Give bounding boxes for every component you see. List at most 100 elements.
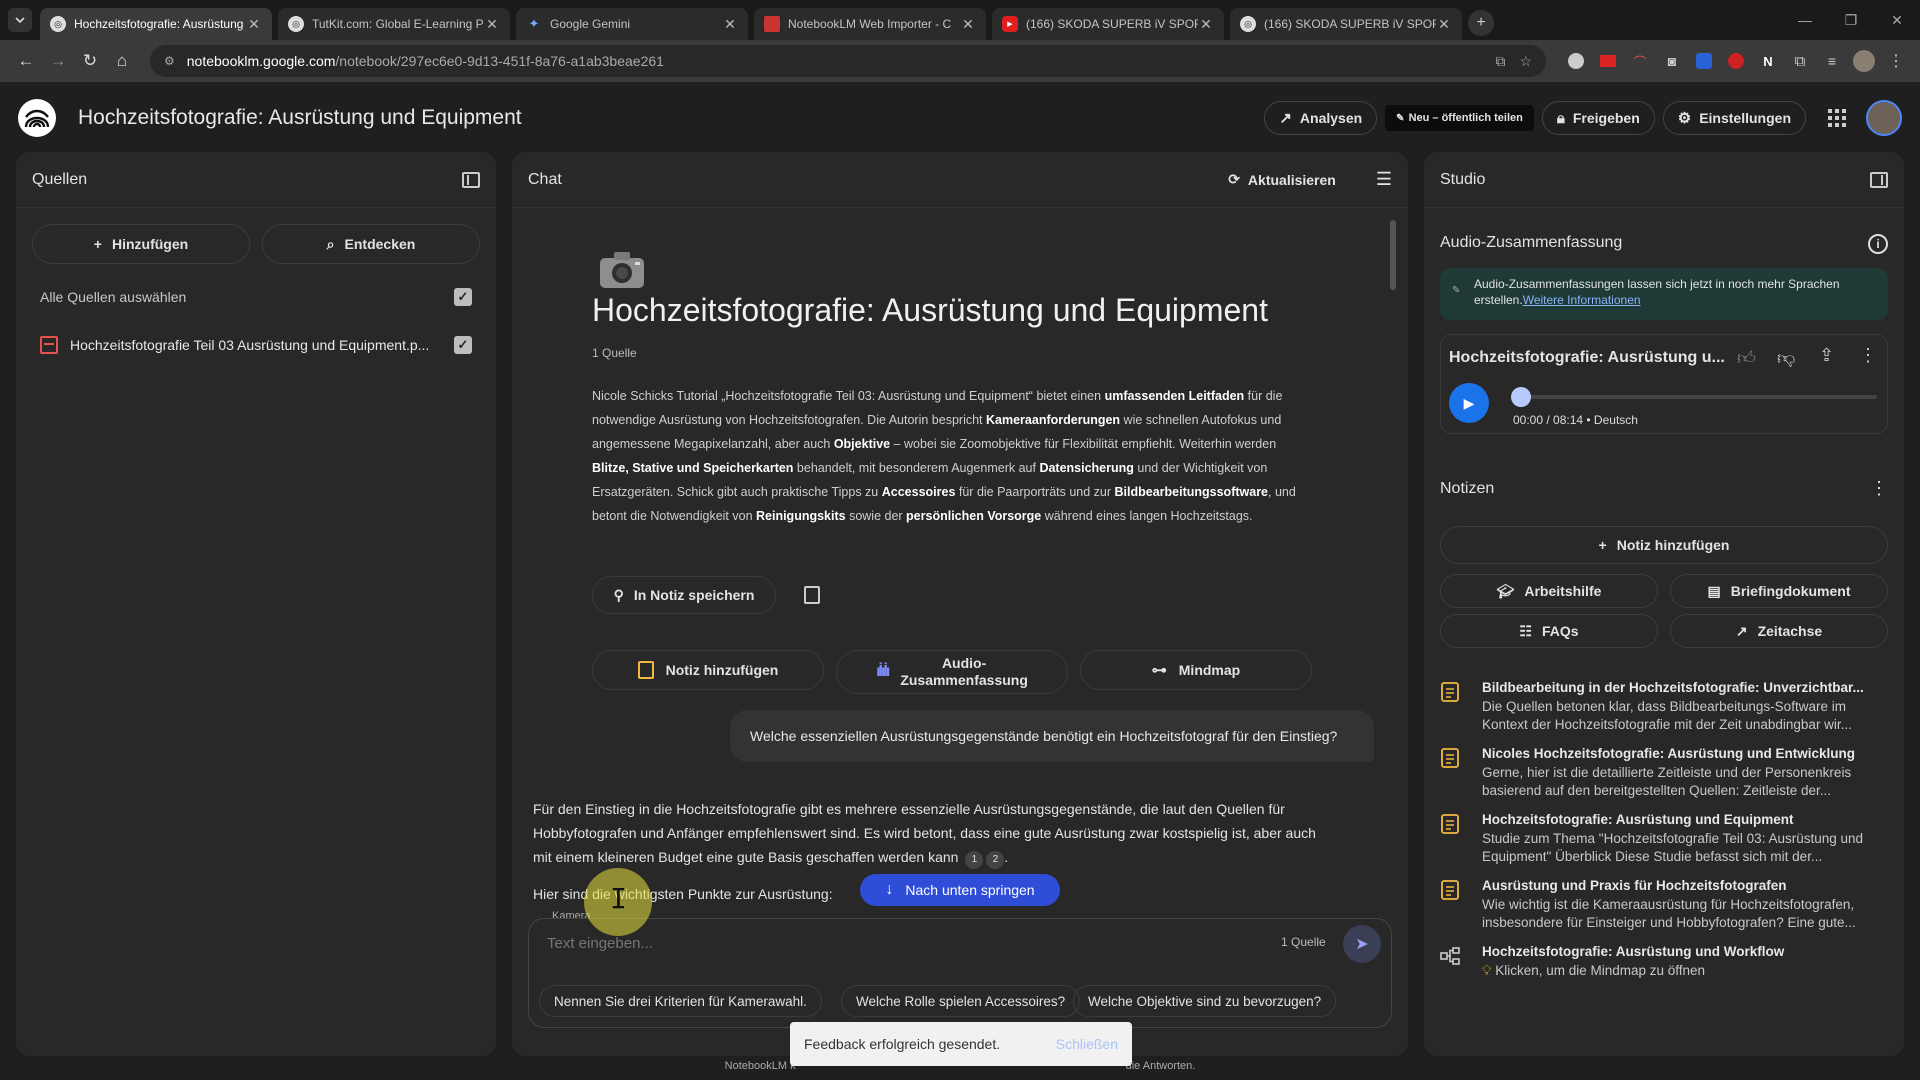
summary-segment: Reinigungskits — [756, 509, 846, 523]
close-tab-icon[interactable]: ✕ — [960, 16, 976, 33]
refresh-button[interactable]: ⟳ Aktualisieren — [1228, 171, 1336, 188]
study-guide-button[interactable]: 🎓︎ Arbeitshilfe — [1440, 574, 1658, 608]
timeline-button[interactable]: ↗ Zeitachse — [1670, 614, 1888, 648]
close-window-icon[interactable]: ✕ — [1874, 0, 1920, 40]
note-item[interactable]: Bildbearbeitung in der Hochzeitsfotograf… — [1440, 680, 1880, 744]
player-progress-track[interactable] — [1511, 387, 1877, 407]
browser-tab[interactable]: ✦ Google Gemini ✕ — [516, 8, 748, 40]
analytics-button[interactable]: ↗ Analysen — [1264, 101, 1378, 135]
answer-text: Für den Einstieg in die Hochzeitsfotogra… — [533, 801, 1316, 865]
minimize-icon[interactable]: — — [1782, 0, 1828, 40]
account-avatar[interactable] — [1866, 100, 1902, 136]
notebooklm-logo-icon[interactable] — [18, 99, 56, 137]
note-item[interactable]: Nicoles Hochzeitsfotografie: Ausrüstung … — [1440, 746, 1880, 810]
extensions-puzzle-icon[interactable]: ⧉ — [1786, 47, 1814, 75]
media-control-icon[interactable]: ≡ — [1818, 47, 1846, 75]
close-tab-icon[interactable]: ✕ — [484, 16, 500, 33]
suggestion-chip[interactable]: Welche Rolle spielen Accessoires? — [841, 985, 1081, 1017]
discover-sources-button[interactable]: ⌕ Entdecken — [262, 224, 480, 264]
play-button[interactable]: ▶ — [1449, 383, 1489, 423]
camera-extension-icon[interactable]: ◙ — [1658, 47, 1686, 75]
add-note-tile[interactable]: Notiz hinzufügen — [592, 650, 824, 690]
source-item[interactable]: Hochzeitsfotografie Teil 03 Ausrüstung u… — [40, 328, 472, 362]
audio-summary-tile[interactable]: ıİıİı Audio- Zusammenfassung — [836, 650, 1068, 694]
share-icon[interactable]: ⇪ — [1819, 345, 1834, 366]
close-tab-icon[interactable]: ✕ — [1198, 16, 1214, 33]
jump-down-button[interactable]: ↓ Nach unten springen — [860, 874, 1060, 906]
site-info-icon[interactable]: ⚙ — [164, 54, 175, 68]
back-arrow-icon[interactable]: ← — [10, 45, 42, 77]
restore-icon[interactable]: ❐ — [1828, 0, 1874, 40]
banner-link[interactable]: Weitere Informationen — [1523, 293, 1641, 307]
add-source-button[interactable]: + Hinzufügen — [32, 224, 250, 264]
new-tab-button[interactable]: + — [1468, 10, 1494, 36]
browser-tab-strip: ◎ Hochzeitsfotografie: Ausrüstung ✕ ◎ Tu… — [0, 0, 1920, 40]
suggestion-chip[interactable]: Nennen Sie drei Kriterien für Kamerawahl… — [539, 985, 822, 1017]
citation-badge[interactable]: 2 — [986, 851, 1005, 869]
note-item[interactable]: Hochzeitsfotografie: Ausrüstung und Work… — [1440, 944, 1880, 1008]
browser-menu-icon[interactable]: ⋮ — [1882, 47, 1910, 75]
notebooklm-app: Hochzeitsfotografie: Ausrüstung und Equi… — [0, 82, 1920, 1080]
install-app-icon[interactable]: ⧉ — [1495, 53, 1505, 70]
document-icon: ▤ — [1707, 582, 1721, 599]
bookmark-star-icon[interactable]: ☆ — [1519, 53, 1532, 70]
copy-icon[interactable] — [804, 586, 820, 604]
select-all-checkbox[interactable]: ✓ — [454, 288, 472, 306]
notebook-title[interactable]: Hochzeitsfotografie: Ausrüstung und Equi… — [78, 106, 1256, 130]
home-icon[interactable]: ⌂ — [106, 45, 138, 77]
suggestion-chip[interactable]: Welche Objektive sind zu bevorzugen? — [1073, 985, 1337, 1017]
collapse-panel-icon[interactable] — [1870, 171, 1888, 188]
extension-icon[interactable] — [1690, 47, 1718, 75]
player-progress-thumb[interactable] — [1511, 387, 1531, 407]
close-tab-icon[interactable]: ✕ — [722, 16, 738, 33]
browser-tab[interactable]: ◎ (166) SKODA SUPERB iV SPORT ✕ — [1230, 8, 1462, 40]
save-to-note-button[interactable]: ⚲ In Notiz speichern — [592, 576, 776, 614]
mindmap-tile[interactable]: ⊶ Mindmap — [1080, 650, 1312, 690]
chat-scrollbar[interactable] — [1390, 220, 1396, 290]
extension-icon[interactable]: ⌒ — [1626, 47, 1654, 75]
forward-arrow-icon[interactable]: → — [42, 45, 74, 77]
thumbs-down-icon[interactable]: 👎︎ — [1777, 347, 1795, 369]
note-item[interactable]: Ausrüstung und Praxis für Hochzeitsfotog… — [1440, 878, 1880, 942]
apps-grid-icon[interactable] — [1828, 109, 1846, 127]
more-options-icon[interactable]: ⋮ — [1859, 345, 1877, 366]
chat-input[interactable] — [547, 931, 1247, 955]
toast-close-button[interactable]: Schließen — [1056, 1036, 1118, 1052]
close-tab-icon[interactable]: ✕ — [1436, 16, 1452, 33]
browser-tab[interactable]: ▶ (166) SKODA SUPERB iV SPORT ✕ — [992, 8, 1224, 40]
browser-tab[interactable]: NotebookLM Web Importer - C ✕ — [754, 8, 986, 40]
citation-badge[interactable]: 1 — [965, 851, 984, 869]
browser-tab[interactable]: ◎ Hochzeitsfotografie: Ausrüstung ✕ — [40, 8, 272, 40]
tab-search-button[interactable] — [8, 8, 32, 32]
refresh-label: Aktualisieren — [1247, 171, 1336, 188]
extension-icon[interactable]: N — [1754, 47, 1782, 75]
settings-button[interactable]: ⚙ Einstellungen — [1662, 101, 1806, 135]
reload-icon[interactable]: ↻ — [74, 45, 106, 77]
send-button[interactable]: ➤ — [1343, 925, 1381, 963]
lock-icon: 🔒︎ — [1556, 109, 1565, 127]
player-title[interactable]: Hochzeitsfotografie: Ausrüstung u... — [1449, 349, 1739, 367]
extension-icon[interactable] — [1594, 47, 1622, 75]
profile-avatar[interactable] — [1850, 47, 1878, 75]
select-all-row[interactable]: Alle Quellen auswählen ✓ — [40, 282, 472, 312]
faq-button[interactable]: ☷ FAQs — [1440, 614, 1658, 648]
summary-segment: Nicole Schicks Tutorial „Hochzeitsfotogr… — [592, 389, 1105, 403]
source-item-checkbox[interactable]: ✓ — [454, 336, 472, 354]
summary-segment: behandelt, mit besonderem Augenmerk auf — [793, 461, 1040, 475]
chat-settings-icon[interactable]: ☰ — [1376, 169, 1392, 190]
address-bar[interactable]: ⚙ notebooklm.google.com /notebook/297ec6… — [150, 45, 1546, 77]
note-title: Hochzeitsfotografie: Ausrüstung und Equi… — [1482, 812, 1794, 827]
extension-icon[interactable] — [1722, 47, 1750, 75]
briefing-document-button[interactable]: ▤ Briefingdokument — [1670, 574, 1888, 608]
notes-more-icon[interactable]: ⋮ — [1870, 478, 1888, 499]
browser-tab[interactable]: ◎ TutKit.com: Global E-Learning P ✕ — [278, 8, 510, 40]
extension-icon[interactable] — [1562, 47, 1590, 75]
add-note-button[interactable]: + Notiz hinzufügen — [1440, 526, 1888, 564]
share-button[interactable]: 🔒︎ Freigeben — [1541, 101, 1655, 135]
info-icon[interactable]: i — [1868, 234, 1888, 254]
thumbs-up-icon[interactable]: 👍︎ — [1737, 347, 1756, 369]
note-item[interactable]: Hochzeitsfotografie: Ausrüstung und Equi… — [1440, 812, 1880, 876]
new-public-share-badge[interactable]: ✎ Neu – öffentlich teilen — [1385, 105, 1534, 131]
collapse-panel-icon[interactable] — [462, 171, 480, 188]
close-tab-icon[interactable]: ✕ — [246, 16, 262, 33]
